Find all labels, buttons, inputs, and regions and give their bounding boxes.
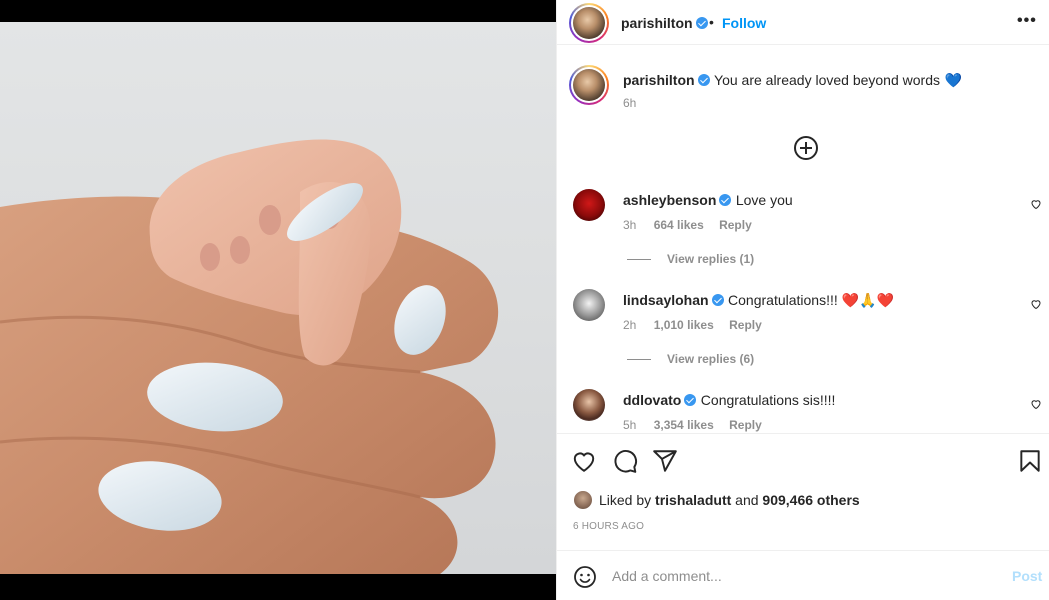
verified-badge-icon: [684, 394, 697, 406]
commenter-avatar[interactable]: [573, 189, 605, 221]
comment-likes[interactable]: 1,010 likes: [654, 318, 714, 332]
heart-icon[interactable]: [571, 448, 597, 474]
caption-author-avatar[interactable]: [569, 65, 609, 105]
comment-heart-icon[interactable]: [1030, 298, 1042, 310]
reply-button[interactable]: Reply: [729, 318, 762, 332]
comments-list[interactable]: parishilton You are already loved beyond…: [557, 46, 1049, 433]
share-icon[interactable]: [652, 448, 678, 474]
commenter-avatar[interactable]: [573, 289, 605, 321]
verified-badge-icon: [695, 17, 708, 29]
comment-text: Congratulations!!! ❤️🙏❤️: [728, 292, 894, 308]
comment-icon[interactable]: [612, 448, 638, 474]
liked-by-and: and: [735, 492, 759, 508]
comment-input[interactable]: [612, 566, 992, 586]
view-replies-text[interactable]: View replies (6): [667, 352, 754, 366]
post-header: parishilton • Follow •••: [557, 0, 1049, 45]
comment-composer: Post: [557, 550, 1049, 600]
post-actions: Liked by trishaladutt and 909,466 others…: [557, 433, 1049, 550]
view-replies-button[interactable]: View replies (6): [627, 352, 754, 366]
post-comment-button[interactable]: Post: [1012, 568, 1042, 584]
comment-item: ddlovato Congratulations sis!!!!: [623, 392, 835, 410]
comment-meta: 2h 1,010 likes Reply: [623, 318, 762, 332]
comment-time[interactable]: 5h: [623, 418, 636, 432]
comment-meta: 3h 664 likes Reply: [623, 218, 752, 232]
post-media: [0, 0, 556, 600]
verified-badge-icon: [719, 194, 732, 206]
comment-username[interactable]: lindsaylohan: [623, 292, 709, 308]
comment-text: Love you: [735, 192, 793, 208]
more-options-icon[interactable]: •••: [1017, 12, 1037, 30]
caption: parishilton You are already loved beyond…: [623, 72, 962, 90]
liker-username[interactable]: trishaladutt: [655, 492, 731, 508]
view-replies-button[interactable]: View replies (1): [627, 252, 754, 266]
likes-count[interactable]: 909,466 others: [762, 492, 859, 508]
comment-item: lindsaylohan Congratulations!!! ❤️🙏❤️: [623, 292, 894, 310]
caption-text: You are already loved beyond words: [714, 72, 940, 88]
hands-illustration: [0, 139, 499, 574]
comment-time[interactable]: 3h: [623, 218, 636, 232]
comment-username[interactable]: ashleybenson: [623, 192, 716, 208]
comment-text: Congratulations sis!!!!: [700, 392, 836, 408]
bookmark-icon[interactable]: [1017, 448, 1043, 474]
comment-heart-icon[interactable]: [1030, 398, 1042, 410]
header-separator: •: [709, 14, 714, 30]
comment-username[interactable]: ddlovato: [623, 392, 681, 408]
post-details-panel: parishilton • Follow ••• parishilton You…: [556, 0, 1049, 600]
comment-time[interactable]: 2h: [623, 318, 636, 332]
comment-item: ashleybenson Love you: [623, 192, 793, 210]
liked-by-prefix: Liked by: [599, 492, 652, 508]
post-timestamp[interactable]: 6 HOURS AGO: [573, 521, 644, 532]
author-name-text[interactable]: parishilton: [621, 15, 693, 31]
verified-badge-icon: [697, 74, 710, 86]
liker-avatar[interactable]: [573, 490, 593, 510]
view-replies-text[interactable]: View replies (1): [667, 252, 754, 266]
caption-time[interactable]: 6h: [623, 96, 636, 110]
post-image[interactable]: [0, 22, 556, 574]
emoji-icon[interactable]: [573, 565, 597, 589]
commenter-avatar[interactable]: [573, 389, 605, 421]
liked-by: Liked by trishaladutt and 909,466 others: [573, 490, 860, 510]
comment-meta: 5h 3,354 likes Reply: [623, 418, 762, 432]
caption-username[interactable]: parishilton: [623, 72, 695, 88]
comment-likes[interactable]: 664 likes: [654, 218, 704, 232]
comment-likes[interactable]: 3,354 likes: [654, 418, 714, 432]
reply-button[interactable]: Reply: [729, 418, 762, 432]
verified-badge-icon: [711, 294, 724, 306]
author-avatar[interactable]: [569, 3, 609, 43]
plus-circle-icon[interactable]: [794, 136, 818, 160]
author-username[interactable]: parishilton: [621, 15, 708, 31]
reply-button[interactable]: Reply: [719, 218, 752, 232]
comment-heart-icon[interactable]: [1030, 198, 1042, 210]
follow-button[interactable]: Follow: [722, 15, 766, 31]
blue-heart-emoji: 💙: [944, 72, 962, 88]
